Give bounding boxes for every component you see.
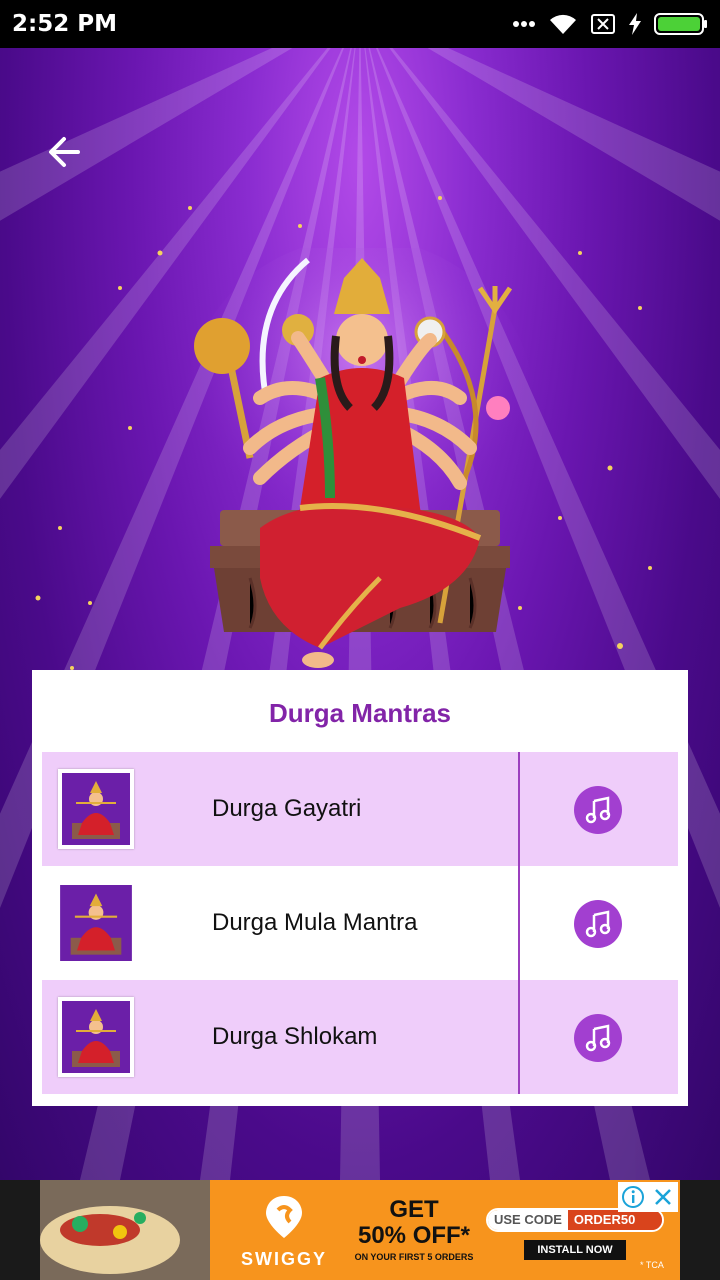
play-button[interactable] bbox=[574, 900, 622, 948]
swiggy-logo: SWIGGY bbox=[234, 1194, 334, 1274]
divider bbox=[518, 752, 520, 866]
ad-banner: SWIGGY GET 50% OFF* ON YOUR FIRST 5 ORDE… bbox=[0, 1180, 720, 1280]
ad-headline-2: 50% OFF* bbox=[357, 1222, 471, 1249]
divider bbox=[518, 980, 520, 1094]
thumbnail bbox=[58, 769, 134, 849]
mantra-list: Durga Gayatri Durga Mula Mantra Durga Sh… bbox=[42, 752, 678, 1094]
list-item-durga-mula-mantra[interactable]: Durga Mula Mantra bbox=[42, 866, 678, 980]
sim-disabled-icon bbox=[591, 14, 615, 34]
card-title: Durga Mantras bbox=[268, 698, 452, 728]
status-bar: 2:52 PM bbox=[0, 0, 720, 48]
battery-icon bbox=[654, 13, 707, 35]
item-label: Durga Mula Mantra bbox=[212, 909, 418, 936]
item-label: Durga Shlokam bbox=[212, 1023, 378, 1050]
durga-thumbnail-icon bbox=[62, 1001, 130, 1073]
food-image bbox=[40, 1180, 210, 1280]
close-icon bbox=[655, 1189, 671, 1205]
back-button[interactable] bbox=[36, 128, 92, 176]
status-icons bbox=[512, 12, 708, 36]
divider bbox=[518, 866, 520, 980]
list-item-durga-shlokam[interactable]: Durga Shlokam bbox=[42, 980, 678, 1094]
swiggy-pin-icon bbox=[266, 1196, 302, 1238]
wifi-icon bbox=[550, 14, 576, 34]
ad-terms: * TCA bbox=[640, 1260, 664, 1270]
more-dots-icon bbox=[513, 21, 535, 27]
thumbnail bbox=[58, 883, 134, 963]
durga-illustration bbox=[185, 248, 535, 668]
ad-subtext: ON YOUR FIRST 5 ORDERS bbox=[354, 1252, 474, 1262]
list-item-durga-gayatri[interactable]: Durga Gayatri bbox=[42, 752, 678, 866]
arrow-left-icon bbox=[49, 137, 80, 167]
mantra-card: Durga Mantras Durga Gayatri Durga Mula M… bbox=[32, 670, 688, 1106]
durga-thumbnail-icon bbox=[62, 773, 130, 845]
ad-brand: SWIGGY bbox=[240, 1249, 327, 1269]
status-time: 2:52 PM bbox=[12, 11, 117, 37]
background: Durga Mantras Durga Gayatri Durga Mula M… bbox=[0, 48, 720, 1180]
thumbnail bbox=[58, 997, 134, 1077]
play-button[interactable] bbox=[574, 1014, 622, 1062]
info-icon bbox=[622, 1186, 644, 1208]
music-note-icon bbox=[585, 1024, 611, 1052]
ad-code-label: USE CODE bbox=[488, 1210, 568, 1230]
charging-bolt-icon bbox=[629, 13, 641, 35]
play-button[interactable] bbox=[574, 786, 622, 834]
durga-thumbnail-icon bbox=[60, 885, 132, 961]
music-note-icon bbox=[585, 796, 611, 824]
ad-code-value: ORDER50 bbox=[567, 1210, 662, 1230]
ad-info-button[interactable] bbox=[618, 1182, 648, 1212]
ad-close-button[interactable] bbox=[648, 1182, 678, 1212]
item-label: Durga Gayatri bbox=[212, 795, 362, 822]
music-note-icon bbox=[585, 910, 611, 938]
ad-offer: GET 50% OFF* ON YOUR FIRST 5 ORDERS bbox=[344, 1196, 484, 1263]
swiggy-ad[interactable]: SWIGGY GET 50% OFF* ON YOUR FIRST 5 ORDE… bbox=[40, 1180, 680, 1280]
ad-headline-1: GET bbox=[389, 1196, 439, 1223]
ad-install-button[interactable]: INSTALL NOW bbox=[524, 1240, 626, 1260]
